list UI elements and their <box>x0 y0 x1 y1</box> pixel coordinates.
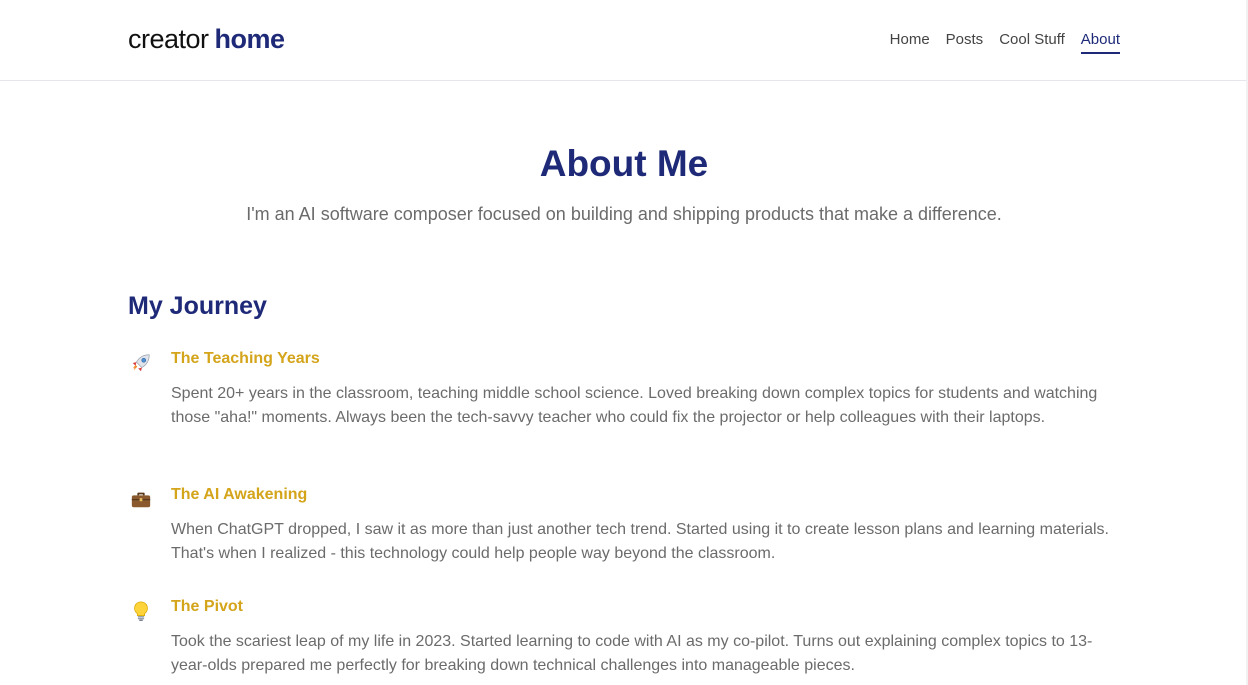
page-title: About Me <box>539 143 709 184</box>
nav-link-posts[interactable]: Posts <box>946 31 984 54</box>
journey-section-title: My Journey <box>128 292 267 320</box>
nav-link-about[interactable]: About <box>1080 31 1120 54</box>
lightbulb-icon <box>128 598 154 624</box>
journey-item-body: When ChatGPT dropped, I saw it as more t… <box>171 521 1109 562</box>
logo-text-home: home <box>214 24 286 54</box>
journey-item-title: The AI Awakening <box>171 486 308 503</box>
main-nav: Home Posts Cool Stuff About <box>890 31 1120 54</box>
site-header: creator home Home Posts Cool Stuff About <box>0 0 1248 81</box>
briefcase-icon <box>128 486 154 512</box>
logo-text-creator: creator <box>128 24 209 54</box>
nav-link-cool-stuff[interactable]: Cool Stuff <box>999 31 1065 54</box>
journey-item-body: Spent 20+ years in the classroom, teachi… <box>171 385 1098 426</box>
journey-item-title: The Pivot <box>171 598 244 615</box>
journey-item-title: The Teaching Years <box>171 350 320 367</box>
rocket-icon <box>128 350 154 376</box>
journey-item-body: Took the scariest leap of my life in 202… <box>171 633 1093 674</box>
site-logo[interactable]: creator home <box>128 24 285 55</box>
page-subtitle: I'm an AI software composer focused on b… <box>246 204 1002 224</box>
nav-link-home[interactable]: Home <box>890 31 930 54</box>
